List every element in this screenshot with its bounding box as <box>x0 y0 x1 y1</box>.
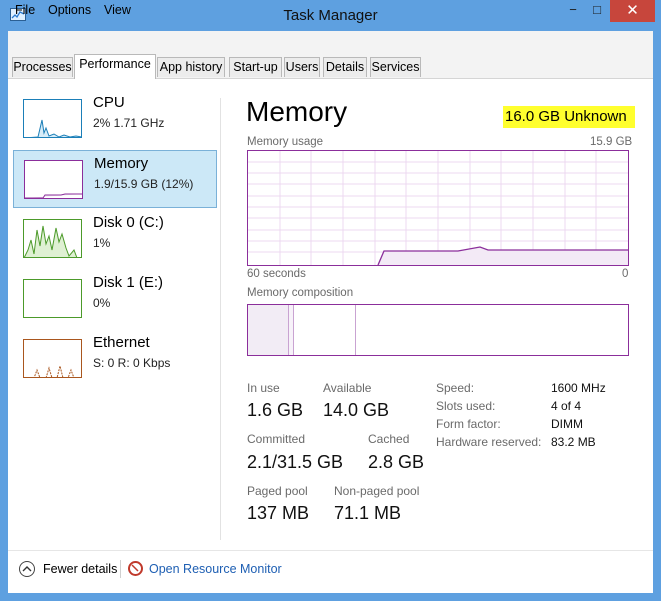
tab-performance[interactable]: Performance <box>74 54 156 79</box>
available-value: 14.0 GB <box>323 400 390 420</box>
sidebar-item-disk0[interactable]: Disk 0 (C:) 1% <box>13 210 217 268</box>
in-use-label: In use <box>247 381 280 395</box>
sidebar-item-value: 2% 1.71 GHz <box>93 116 165 130</box>
sidebar-item-label: Ethernet <box>93 334 150 351</box>
time-axis-start: 60 seconds <box>247 268 306 280</box>
sidebar-item-value: S: 0 R: 0 Kbps <box>93 356 171 370</box>
sidebar-item-value: 0% <box>93 296 111 310</box>
total-memory: 16.0 GB Unknown <box>505 108 627 125</box>
paged-pool-value: 137 MB <box>247 503 310 523</box>
tab-services[interactable]: Services <box>370 57 421 77</box>
ethernet-graph-icon <box>23 339 82 378</box>
disk-graph-icon <box>23 279 82 318</box>
sidebar-item-label: CPU <box>93 94 125 111</box>
sidebar-item-label: Disk 1 (E:) <box>93 274 164 291</box>
paged-pool-label: Paged pool <box>247 484 308 498</box>
spec-value: 83.2 MB <box>551 435 596 449</box>
memory-composition-label: Memory composition <box>247 287 354 299</box>
tab-start-up[interactable]: Start-up <box>229 57 282 77</box>
committed-value: 2.1/31.5 GB <box>247 452 344 472</box>
open-resource-monitor-link[interactable]: Open Resource Monitor <box>149 562 282 576</box>
available-label: Available <box>323 381 372 395</box>
menu-view[interactable]: View <box>104 3 131 17</box>
footer-divider <box>8 550 653 551</box>
sidebar-item-memory[interactable]: Memory 1.9/15.9 GB (12%) <box>13 150 217 208</box>
tab-processes[interactable]: Processes <box>12 57 73 77</box>
disk-graph-icon <box>23 219 82 258</box>
memory-usage-graph <box>247 150 629 266</box>
sidebar-item-label: Disk 0 (C:) <box>93 214 164 231</box>
memory-composition-bar <box>247 304 629 356</box>
spec-label: Hardware reserved: <box>436 435 542 449</box>
footer-separator <box>120 560 121 578</box>
maximize-button[interactable]: □ <box>586 0 608 22</box>
chevron-up-icon[interactable] <box>19 561 35 577</box>
spec-label: Form factor: <box>436 417 501 431</box>
time-axis-end: 0 <box>622 268 629 280</box>
spec-value: DIMM <box>551 417 583 431</box>
sidebar-item-ethernet[interactable]: Ethernet S: 0 R: 0 Kbps <box>13 330 217 388</box>
sidebar-item-value: 1.9/15.9 GB (12%) <box>94 177 194 191</box>
memory-graph-icon <box>24 160 83 199</box>
spec-label: Slots used: <box>436 399 496 413</box>
sidebar-item-disk1[interactable]: Disk 1 (E:) 0% <box>13 270 217 328</box>
non-paged-pool-label: Non-paged pool <box>334 484 420 498</box>
menu-options[interactable]: Options <box>48 3 91 17</box>
memory-usage-label: Memory usage <box>247 136 324 148</box>
committed-label: Committed <box>247 432 306 446</box>
cached-label: Cached <box>368 432 410 446</box>
spec-label: Speed: <box>436 381 475 395</box>
divider <box>220 98 221 540</box>
resource-monitor-icon[interactable] <box>128 561 143 576</box>
fewer-details-button[interactable]: Fewer details <box>43 562 117 576</box>
cached-value: 2.8 GB <box>368 452 425 472</box>
non-paged-pool-value: 71.1 MB <box>334 503 402 523</box>
sidebar-item-value: 1% <box>93 236 111 250</box>
menu-bar <box>8 31 653 53</box>
memory-usage-max: 15.9 GB <box>590 136 633 148</box>
page-title: Memory <box>246 96 348 127</box>
sidebar-item-label: Memory <box>94 155 149 172</box>
minimize-button[interactable]: − <box>560 0 586 22</box>
tab-app-history[interactable]: App history <box>157 57 225 77</box>
sidebar-item-cpu[interactable]: CPU 2% 1.71 GHz <box>13 90 217 148</box>
composition-standby <box>294 305 356 355</box>
menu-file[interactable]: File <box>15 3 35 17</box>
cpu-graph-icon <box>23 99 82 138</box>
spec-value: 4 of 4 <box>551 399 582 413</box>
tab-details[interactable]: Details <box>323 57 367 77</box>
in-use-value: 1.6 GB <box>247 400 304 420</box>
close-button[interactable]: ✕ <box>610 0 655 22</box>
spec-value: 1600 MHz <box>551 381 606 395</box>
tab-users[interactable]: Users <box>284 57 320 77</box>
composition-in-use <box>248 305 289 355</box>
